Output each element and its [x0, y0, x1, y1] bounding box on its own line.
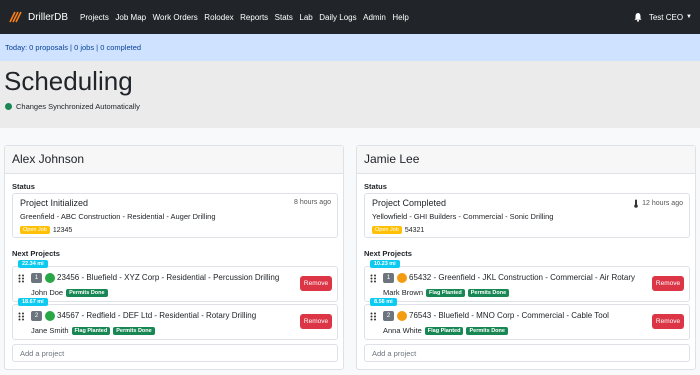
project-person: Jane Smith: [31, 326, 69, 335]
drag-handle-icon[interactable]: [18, 274, 25, 283]
sync-status-dot-icon: [5, 103, 12, 110]
nav-link-lab[interactable]: Lab: [299, 13, 312, 22]
project-person-row: John Doe Permits Done: [31, 288, 108, 297]
project-item[interactable]: 22.34 mi 1 23456 - Bluefield - XYZ Corp …: [12, 260, 338, 302]
permits-done-tag: Permits Done: [466, 326, 508, 335]
project-status-dot-icon: [45, 273, 55, 283]
project-status-dot-icon: [45, 311, 55, 321]
daily-summary-text: Today: 0 proposals | 0 jobs | 0 complete…: [5, 43, 142, 52]
distance-badge: 10.23 mi: [370, 260, 400, 268]
status-time-text: 12 hours ago: [642, 200, 683, 207]
remove-button[interactable]: Remove: [652, 276, 684, 291]
sync-status-text: Changes Synchronized Automatically: [16, 102, 140, 111]
next-projects-label: Next Projects: [12, 249, 60, 258]
drag-handle-icon[interactable]: [370, 274, 377, 283]
order-number-badge: 2: [383, 311, 394, 321]
permits-done-tag: Permits Done: [467, 288, 510, 297]
project-person-row: Jane Smith Flag Planted Permits Done: [31, 326, 155, 335]
current-status[interactable]: Project Completed 12 hours ago Yellowfie…: [364, 193, 690, 238]
user-menu[interactable]: Test CEO: [649, 13, 683, 22]
project-person: Mark Brown: [383, 288, 424, 297]
page-title: Scheduling: [4, 66, 133, 96]
project-status-dot-icon: [397, 273, 407, 283]
status-project-details: Greenfield - ABC Construction - Resident…: [20, 212, 216, 221]
nav-link-rolodex[interactable]: Rolodex: [204, 13, 233, 22]
next-projects-label: Next Projects: [364, 249, 412, 258]
flag-planted-tag: Flag Planted: [71, 326, 111, 335]
status-time: 12 hours ago: [633, 199, 683, 208]
drag-handle-icon[interactable]: [370, 312, 377, 321]
permits-done-tag: Permits Done: [66, 288, 108, 297]
drag-handle-icon[interactable]: [18, 312, 25, 321]
crew-name: Alex Johnson: [5, 146, 343, 174]
nav-link-work-orders[interactable]: Work Orders: [153, 13, 198, 22]
nav-link-projects[interactable]: Projects: [80, 13, 109, 22]
permits-done-tag: Permits Done: [113, 326, 155, 335]
flag-planted-tag: Flag Planted: [426, 288, 465, 297]
nav-link-reports[interactable]: Reports: [240, 13, 268, 22]
current-status[interactable]: Project Initialized 8 hours ago Greenfie…: [12, 193, 338, 238]
remove-button[interactable]: Remove: [652, 314, 684, 329]
project-item[interactable]: 18.67 mi 2 34567 - Redfield - DEF Ltd - …: [12, 298, 338, 340]
project-item[interactable]: 10.23 mi 1 65432 - Greenfield - JKL Cons…: [364, 260, 690, 302]
distance-badge: 22.34 mi: [18, 260, 48, 268]
job-number: 12345: [52, 226, 73, 234]
distance-badge: 8.56 mi: [370, 298, 397, 306]
status-time-text: 8 hours ago: [294, 199, 331, 206]
project-person: John Doe: [31, 288, 64, 297]
distance-badge: 18.67 mi: [18, 298, 48, 306]
remove-button[interactable]: Remove: [300, 314, 332, 329]
remove-button[interactable]: Remove: [300, 276, 332, 291]
project-title: 23456 - Bluefield - XYZ Corp - Residenti…: [57, 273, 280, 282]
open-job-badge: Open Job: [20, 226, 50, 234]
flag-planted-tag: Flag Planted: [424, 326, 464, 335]
status-label: Status: [12, 182, 35, 191]
nav-link-admin[interactable]: Admin: [363, 13, 386, 22]
nav-links: Projects Job Map Work Orders Rolodex Rep…: [80, 13, 415, 22]
crew-card: Alex Johnson Status Project Initialized …: [4, 145, 344, 370]
project-title: 76543 - Bluefield - MNO Corp - Commercia…: [409, 311, 609, 320]
project-person: Anna White: [383, 326, 422, 335]
add-project-input[interactable]: [364, 344, 690, 362]
project-person-row: Mark Brown Flag Planted Permits Done: [383, 288, 510, 297]
user-area: Test CEO ▼: [633, 12, 692, 22]
project-person-row: Anna White Flag Planted Permits Done: [383, 326, 508, 335]
status-job-row: Open Job 54321: [372, 226, 682, 234]
bell-icon[interactable]: [633, 12, 643, 22]
top-navbar: DrillerDB Projects Job Map Work Orders R…: [0, 0, 700, 34]
open-job-badge: Open Job: [372, 226, 402, 234]
project-item[interactable]: 8.56 mi 2 76543 - Bluefield - MNO Corp -…: [364, 298, 690, 340]
project-title: 65432 - Greenfield - JKL Construction - …: [409, 273, 636, 282]
status-title: Project Initialized: [20, 198, 89, 208]
status-project-details: Yellowfield - GHI Builders - Commercial …: [372, 212, 554, 221]
order-number-badge: 1: [31, 273, 42, 283]
brand[interactable]: DrillerDB: [8, 10, 68, 24]
nav-link-help[interactable]: Help: [392, 13, 408, 22]
thermometer-icon: [634, 199, 638, 208]
order-number-badge: 1: [383, 273, 394, 283]
status-label: Status: [364, 182, 387, 191]
status-time: 8 hours ago: [294, 199, 331, 206]
daily-summary-bar: Today: 0 proposals | 0 jobs | 0 complete…: [0, 34, 700, 61]
crew-card: Jamie Lee Status Project Completed 12 ho…: [356, 145, 696, 370]
chevron-down-icon: ▼: [686, 14, 692, 20]
nav-link-job-map[interactable]: Job Map: [115, 13, 146, 22]
brand-name: DrillerDB: [28, 11, 68, 23]
project-title: 34567 - Redfield - DEF Ltd - Residential…: [57, 311, 257, 320]
nav-link-daily-logs[interactable]: Daily Logs: [319, 13, 356, 22]
job-number: 54321: [404, 226, 425, 234]
nav-link-stats[interactable]: Stats: [275, 13, 293, 22]
drill-logo-icon: [9, 11, 22, 23]
order-number-badge: 2: [31, 311, 42, 321]
project-status-dot-icon: [397, 311, 407, 321]
add-project-input[interactable]: [12, 344, 338, 362]
sync-status: Changes Synchronized Automatically: [5, 102, 140, 111]
status-job-row: Open Job 12345: [20, 226, 330, 234]
crew-name: Jamie Lee: [357, 146, 695, 174]
